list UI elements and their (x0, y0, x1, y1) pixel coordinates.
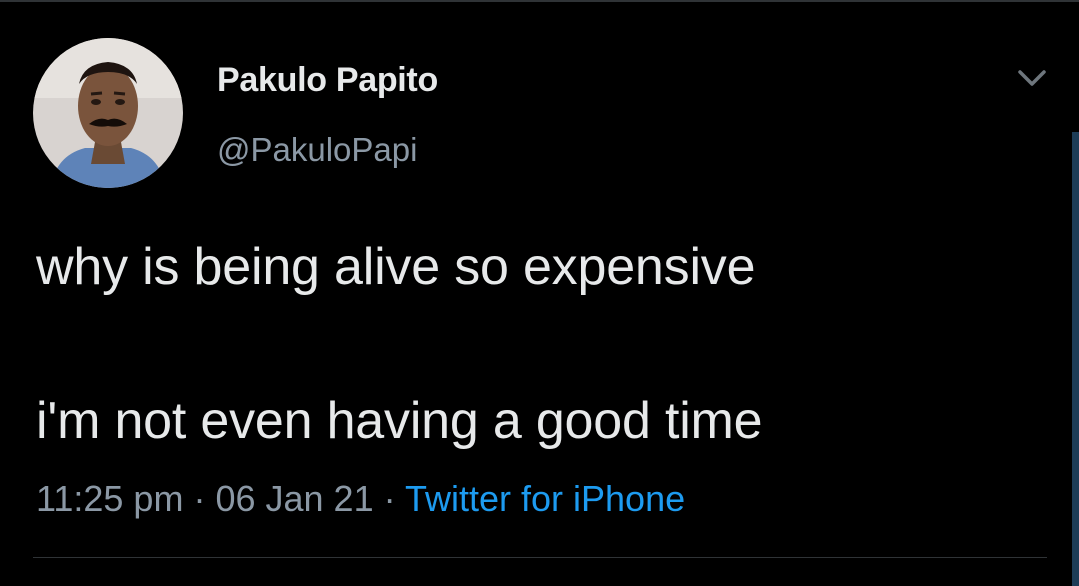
profile-photo (33, 38, 183, 188)
bottom-divider (33, 557, 1047, 558)
scrollbar-thumb[interactable] (1072, 132, 1079, 586)
tweet-meta: 11:25 pm · 06 Jan 21 · Twitter for iPhon… (36, 476, 685, 522)
tweet-date[interactable]: 06 Jan 21 (215, 478, 373, 519)
tweet-source-link[interactable]: Twitter for iPhone (405, 478, 685, 519)
meta-separator: · (383, 478, 396, 519)
author-handle[interactable]: @PakuloPapi (217, 128, 417, 172)
meta-separator: · (193, 478, 206, 519)
tweet-text-line: why is being alive so expensive (36, 238, 756, 296)
tweet-menu-button[interactable] (1010, 62, 1054, 96)
chevron-down-icon (1018, 70, 1046, 86)
tweet-text-line: i'm not even having a good time (36, 392, 763, 450)
tweet-time[interactable]: 11:25 pm (36, 478, 183, 519)
avatar[interactable] (33, 38, 183, 188)
top-divider (0, 0, 1079, 2)
author-display-name[interactable]: Pakulo Papito (217, 58, 438, 102)
